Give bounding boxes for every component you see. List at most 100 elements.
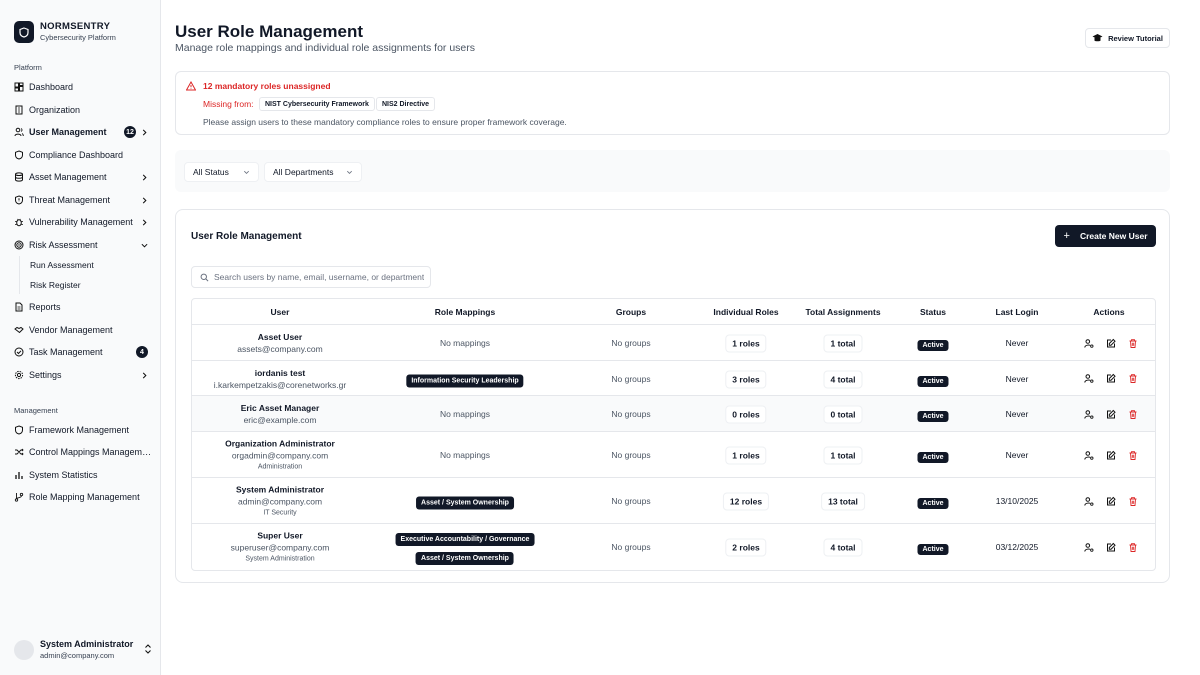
sidebar-subitem-run-assessment[interactable]: Run Assessment [30, 260, 94, 270]
edit-user-button[interactable] [1105, 373, 1116, 384]
edit-user-button[interactable] [1105, 338, 1116, 349]
col-header-groups: Groups [615, 307, 647, 317]
review-tutorial-button[interactable]: Review Tutorial [1085, 28, 1170, 48]
sidebar-item-asset-management[interactable]: Asset Management [14, 168, 152, 186]
git-branch-icon [14, 492, 24, 502]
sidebar-item-control-mappings-management[interactable]: Control Mappings Management [14, 443, 152, 461]
individual-roles-cell: 2 roles [725, 538, 767, 557]
status-filter-select[interactable]: All Status [184, 162, 259, 182]
brand[interactable]: NORMSENTRY Cybersecurity Platform [14, 21, 116, 43]
delete-user-button[interactable] [1127, 542, 1138, 553]
department-filter-select[interactable]: All Departments [264, 162, 362, 182]
table-row[interactable]: Eric Asset Manager eric@example.com No map… [192, 396, 1155, 432]
edit-user-button[interactable] [1105, 542, 1116, 553]
edit-user-button[interactable] [1105, 409, 1116, 420]
col-header-user: User [270, 307, 290, 317]
sidebar-item-label: Control Mappings Management [29, 447, 152, 457]
col-header-last-login: Last Login [995, 307, 1039, 317]
sidebar-item-role-mapping-management[interactable]: Role Mapping Management [14, 488, 152, 506]
col-header-individual-roles: Individual Roles [713, 307, 779, 317]
manage-roles-button[interactable] [1083, 542, 1094, 553]
trash-icon [1129, 496, 1136, 506]
user-email: eric@example.com [243, 415, 317, 425]
sidebar-item-system-statistics[interactable]: System Statistics [14, 466, 152, 484]
manage-roles-button[interactable] [1083, 450, 1094, 461]
status-cell: Active [917, 446, 949, 464]
table-row[interactable]: iordanis test i.karkempetzakis@corenetwor… [192, 361, 1155, 396]
delete-user-button[interactable] [1127, 496, 1138, 507]
individual-roles-cell: 3 roles [725, 369, 767, 388]
submenu-divider [19, 256, 20, 294]
sidebar-item-user-management[interactable]: User Management 12 [14, 123, 152, 141]
page-subtitle: Manage role mappings and individual role… [175, 42, 475, 54]
bug-icon [14, 217, 24, 227]
sidebar-item-vendor-management[interactable]: Vendor Management [14, 321, 152, 339]
role-mappings-cell: Executive Accountability / Governance Ass… [395, 528, 535, 566]
sidebar-subitem-risk-register[interactable]: Risk Register [30, 280, 81, 290]
user-search-input[interactable] [214, 272, 424, 282]
table-row[interactable]: Asset User assets@company.com No mappings N… [192, 325, 1155, 361]
delete-user-button[interactable] [1127, 409, 1138, 420]
total-assignments-cell: 0 total [823, 405, 863, 424]
profile-name: System Administrator [40, 639, 134, 649]
users-icon [14, 127, 24, 137]
user-email: admin@company.com [237, 496, 323, 507]
col-header-status: Status [920, 307, 946, 317]
table-row[interactable]: System Administrator admin@company.com IT … [192, 478, 1155, 524]
user-cog-icon [1083, 409, 1093, 419]
delete-user-button[interactable] [1127, 373, 1138, 384]
sidebar-item-reports[interactable]: Reports [14, 298, 152, 316]
individual-roles-cell: 1 roles [725, 334, 767, 353]
file-text-icon [14, 302, 24, 312]
shuffle-icon [14, 447, 24, 457]
alert-title: 12 mandatory roles unassigned [203, 81, 331, 91]
sidebar-item-label: Compliance Dashboard [29, 150, 124, 160]
manage-roles-button[interactable] [1083, 409, 1094, 420]
create-new-user-button[interactable]: + Create New User [1055, 225, 1156, 247]
total-assignments-count: 0 total [823, 405, 863, 424]
user-cog-icon [1083, 496, 1093, 506]
sidebar-item-threat-management[interactable]: Threat Management [14, 191, 152, 209]
chevron-right-icon [140, 196, 148, 204]
total-assignments-count: 4 total [823, 370, 863, 388]
chevron-down-icon [244, 170, 249, 174]
sidebar-item-label: Settings [29, 370, 62, 380]
sidebar-item-dashboard[interactable]: Dashboard [14, 78, 152, 96]
target-icon [14, 240, 24, 250]
user-email: superuser@company.com [230, 542, 330, 553]
total-assignments-count: 4 total [823, 538, 863, 557]
row-actions [1083, 409, 1149, 420]
layout-dashboard-icon [14, 82, 24, 92]
manage-roles-button[interactable] [1083, 373, 1094, 384]
user-management-badge: 12 [124, 126, 136, 138]
user-name: Eric Asset Manager [240, 403, 320, 413]
groups-text: No groups [611, 542, 651, 552]
sidebar-item-risk-assessment[interactable]: Risk Assessment [14, 236, 152, 254]
groups-text: No groups [611, 373, 651, 384]
no-mappings-text: No mappings [439, 338, 491, 348]
user-profile-menu[interactable]: System Administrator admin@company.com [14, 636, 152, 664]
trash-icon [1129, 542, 1136, 552]
sidebar-item-label: Vendor Management [29, 325, 113, 335]
manage-roles-button[interactable] [1083, 496, 1094, 507]
sidebar-item-framework-management[interactable]: Framework Management [14, 421, 152, 439]
table-row[interactable]: Super User superuser@company.com System Ad… [192, 524, 1155, 570]
table-row[interactable]: Organization Administrator orgadmin@compa… [192, 432, 1155, 478]
sidebar-item-compliance-dashboard[interactable]: Compliance Dashboard [14, 146, 152, 164]
user-cell: Super User superuser@company.com System Ad… [231, 530, 330, 565]
edit-user-button[interactable] [1105, 496, 1116, 507]
sidebar-item-vulnerability-management[interactable]: Vulnerability Management [14, 213, 152, 231]
alert-missing-label: Missing from: [203, 99, 254, 109]
sidebar-item-task-management[interactable]: Task Management 4 [14, 343, 152, 361]
manage-roles-button[interactable] [1083, 338, 1094, 349]
last-login-text: Never [1005, 373, 1029, 384]
bar-chart-icon [14, 470, 24, 480]
edit-user-button[interactable] [1105, 450, 1116, 461]
delete-user-button[interactable] [1127, 450, 1138, 461]
chevron-right-icon [140, 173, 148, 181]
delete-user-button[interactable] [1127, 338, 1138, 349]
sidebar-item-organization[interactable]: Organization [14, 101, 152, 119]
groups-text: No groups [611, 496, 651, 506]
last-login-text: Never [1005, 450, 1029, 460]
sidebar-item-settings[interactable]: Settings [14, 366, 152, 384]
